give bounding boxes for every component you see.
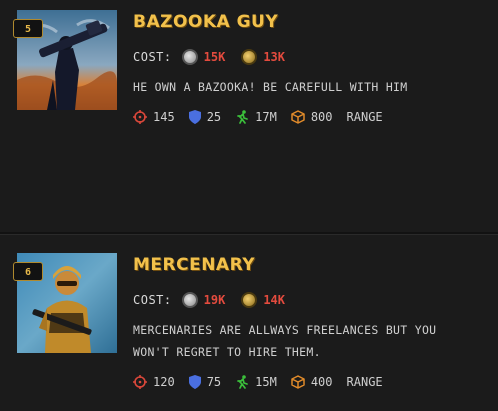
unit-card-mercenary[interactable]: 6 Mercenary COST: 19K 14K MERCENARIES AR… [0, 234, 498, 411]
unit-type-value: RANGE [346, 110, 383, 124]
stats-row: 145 25 17M 800 RANGE [133, 110, 397, 124]
level-badge: 5 [13, 19, 43, 38]
running-man-icon [237, 110, 248, 124]
defense-stat: 75 [188, 375, 222, 389]
box-icon [291, 110, 305, 124]
unit-description: HE OWN A BAZOOKA! BE CAREFULL WITH HIM [133, 80, 408, 94]
defense-value: 75 [206, 375, 222, 389]
running-man-icon [237, 375, 248, 389]
crosshair-icon [133, 110, 147, 124]
cost-silver-value: 19K [203, 293, 226, 307]
level-badge: 6 [13, 262, 43, 281]
unit-card-bazooka-guy[interactable]: 5 Bazooka Guy COST: 15K 13K HE OWN A BAZ… [0, 0, 498, 232]
speed-value: 17M [255, 110, 277, 124]
attack-stat: 145 [133, 110, 175, 124]
silver-coin-icon [181, 49, 198, 65]
unit-name: Bazooka Guy [133, 12, 279, 32]
shield-icon [188, 375, 201, 389]
gold-coin-icon [241, 292, 258, 308]
attack-value: 145 [153, 110, 175, 124]
unit-description: MERCENARIES ARE ALLWAYS FREELANCES BUT Y… [133, 323, 437, 359]
crosshair-icon [133, 375, 147, 389]
cost-gold-value: 14K [263, 293, 285, 307]
cost-gold-value: 13K [263, 50, 285, 64]
attack-value: 120 [153, 375, 175, 389]
silver-coin-icon [181, 292, 198, 308]
unit-type-stat: RANGE [347, 110, 383, 124]
attack-stat: 120 [133, 375, 175, 389]
capacity-stat: 400 [291, 375, 333, 389]
unit-name: Mercenary [133, 255, 256, 275]
gold-coin-icon [241, 49, 258, 65]
capacity-value: 400 [310, 375, 333, 389]
defense-value: 25 [206, 110, 222, 124]
unit-type-stat: RANGE [347, 375, 383, 389]
speed-stat: 17M [235, 110, 277, 124]
defense-stat: 25 [188, 110, 222, 124]
shield-icon [188, 110, 201, 124]
capacity-stat: 800 [291, 110, 333, 124]
speed-value: 15M [255, 375, 277, 389]
speed-stat: 15M [235, 375, 277, 389]
unit-type-value: RANGE [346, 375, 383, 389]
capacity-value: 800 [310, 110, 333, 124]
stats-row: 120 75 15M 400 RANGE [133, 375, 397, 389]
cost-label: COST: [133, 293, 172, 307]
cost-silver-value: 15K [203, 50, 226, 64]
cost-row: COST: 19K 14K [133, 292, 295, 308]
cost-label: COST: [133, 50, 172, 64]
box-icon [291, 375, 305, 389]
cost-row: COST: 15K 13K [133, 49, 295, 65]
